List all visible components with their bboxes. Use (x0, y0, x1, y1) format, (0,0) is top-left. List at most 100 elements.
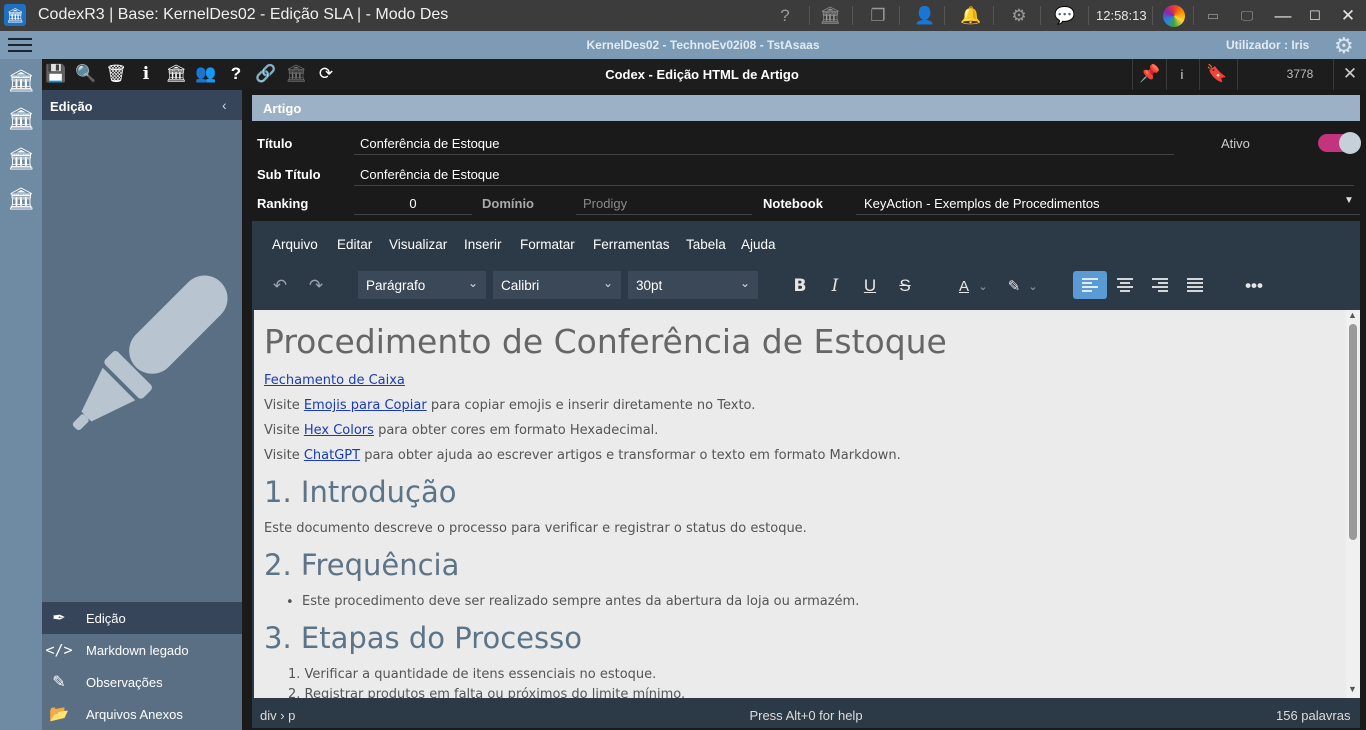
menu-editar[interactable]: Editar (337, 237, 372, 252)
nav-item-observacoes[interactable]: ✎ Observações (42, 666, 242, 698)
bank-list-icon[interactable]: 🏛 (4, 143, 38, 175)
underline-icon[interactable]: U (856, 273, 884, 299)
bold-icon[interactable]: B (786, 273, 814, 299)
chevron-down-icon: ⌄ (602, 276, 613, 290)
dominio-label: Domínio (482, 196, 534, 211)
chevron-down-icon[interactable]: ⌄ (976, 273, 990, 299)
titulo-field[interactable]: Conferência de Estoque (354, 131, 1174, 155)
link-hex[interactable]: Hex Colors (304, 423, 374, 438)
close-icon[interactable]: ✕ (1333, 0, 1363, 31)
menu-ajuda[interactable]: Ajuda (741, 237, 776, 252)
chevron-down-icon: ⌄ (467, 276, 478, 290)
menu-ferramentas[interactable]: Ferramentas (593, 237, 670, 252)
form-title: Codex - Edição HTML de Artigo (605, 67, 799, 82)
align-center-icon[interactable] (1108, 271, 1142, 299)
ranking-field[interactable]: 0 (354, 191, 472, 215)
bookmark-icon[interactable]: 🔖 (1205, 62, 1229, 86)
menu-arquivo[interactable]: Arquivo (272, 237, 318, 252)
block-format-select[interactable]: Parágrafo ⌄ (358, 271, 486, 299)
info-icon[interactable]: i (134, 62, 158, 86)
chevron-down-icon: ⌄ (739, 276, 750, 290)
chat-icon[interactable]: 💬 (1050, 0, 1080, 31)
pen-illustration-icon (72, 275, 228, 431)
bank-icon[interactable]: 🏛 (4, 65, 38, 97)
subtitulo-label: Sub Título (257, 167, 321, 182)
trash-icon[interactable]: 🗑 (104, 62, 128, 86)
undo-icon[interactable]: ↶ (266, 273, 294, 299)
nav-item-markdown-legado[interactable]: </> Markdown legado (42, 634, 242, 666)
align-right-icon[interactable] (1143, 271, 1177, 299)
word-count[interactable]: 156 palavras (1276, 708, 1350, 723)
settings-gear-icon[interactable]: ⚙ (1334, 33, 1354, 59)
folder-icon: 📂 (49, 706, 69, 723)
user-icon[interactable]: 👤 (910, 0, 940, 31)
restore-icon[interactable]: 🖵 (1232, 0, 1262, 31)
context-label: KernelDes02 - TechnoEv02i08 - TstAsaas (586, 38, 820, 52)
menu-visualizar[interactable]: Visualizar (389, 237, 447, 252)
etapa-list-item: 2. Registrar produtos em falta ou próxim… (288, 687, 686, 698)
link-chatgpt[interactable]: ChatGPT (304, 448, 360, 463)
link-emojis[interactable]: Emojis para Copiar (304, 398, 427, 413)
bank-icon[interactable]: 🏛 (815, 0, 845, 31)
notebook-value: KeyAction - Exemplos de Procedimentos (864, 196, 1100, 211)
collapse-chevron-icon[interactable]: ‹ (222, 97, 227, 113)
link-icon[interactable]: 🔗 (254, 62, 278, 86)
maximize-icon[interactable]: ☐ (1300, 0, 1330, 31)
side-panel-title: Edição (50, 99, 93, 114)
pin-icon[interactable]: 📌 (1138, 62, 1162, 86)
highlight-icon[interactable]: ✎ (1000, 273, 1028, 299)
search-icon[interactable]: 🔍 (74, 62, 98, 86)
titulo-label: Título (257, 136, 293, 151)
title-bar: 🏛 CodexR3 | Base: KernelDes02 - Edição S… (0, 0, 1366, 31)
menu-inserir[interactable]: Inserir (464, 237, 502, 252)
font-family-select[interactable]: Calibri ⌄ (493, 271, 621, 299)
menu-formatar[interactable]: Formatar (520, 237, 575, 252)
ativo-toggle[interactable] (1318, 132, 1361, 154)
document-area[interactable]: Procedimento de Conferência de Estoque F… (254, 310, 1346, 698)
align-justify-icon[interactable] (1178, 271, 1212, 299)
font-size-select[interactable]: 30pt ⌄ (628, 271, 758, 299)
clock: 12:58:13 (1096, 8, 1147, 23)
scrollbar-thumb[interactable] (1349, 324, 1357, 540)
nav-item-edicao[interactable]: ✒ Edição (42, 602, 242, 634)
info-bar: KernelDes02 - TechnoEv02i08 - TstAsaas U… (0, 31, 1366, 59)
app-logo-icon: 🏛 (4, 4, 26, 26)
chevron-down-icon[interactable]: ⌄ (1026, 273, 1040, 299)
users-icon[interactable]: 👥 (194, 62, 218, 86)
more-icon[interactable]: ••• (1240, 273, 1268, 299)
scroll-up-icon[interactable]: ▲ (1348, 310, 1357, 320)
bank-filter-icon[interactable]: 🏛 (4, 183, 38, 215)
minimize-icon[interactable]: ▭ (1198, 0, 1228, 31)
info-button[interactable]: i (1170, 62, 1194, 86)
link-fechamento[interactable]: Fechamento de Caixa (264, 373, 405, 388)
refresh-icon[interactable]: ⟳ (314, 62, 338, 86)
link-fechamento-text[interactable]: Fechamento de Caixa (264, 373, 405, 388)
paragraph-hex: Visite Hex Colors para obter cores em fo… (264, 423, 658, 438)
text-color-icon[interactable]: A (950, 273, 978, 299)
menu-tabela[interactable]: Tabela (686, 237, 726, 252)
align-left-icon[interactable] (1073, 271, 1107, 299)
redo-icon[interactable]: ↷ (302, 273, 330, 299)
scroll-down-icon[interactable]: ▼ (1348, 684, 1357, 694)
subtitulo-field[interactable]: Conferência de Estoque (354, 162, 1354, 186)
ranking-label: Ranking (257, 196, 309, 211)
freq-list-item: Este procedimento deve ser realizado sem… (302, 594, 860, 609)
help-icon[interactable]: ? (770, 0, 800, 31)
section-header: Artigo (252, 95, 1360, 121)
notebook-select[interactable]: KeyAction - Exemplos de Procedimentos ▼ (856, 191, 1360, 215)
notebook-label: Notebook (763, 196, 823, 211)
windows-icon[interactable]: ❐ (863, 0, 893, 31)
save-icon[interactable]: 💾 (44, 62, 68, 86)
window-minimize-icon[interactable]: — (1268, 0, 1298, 31)
close-form-icon[interactable]: ✕ (1338, 62, 1362, 86)
help-icon[interactable]: ? (224, 62, 248, 86)
gear-icon[interactable]: ⚙ (1004, 0, 1034, 31)
bell-icon[interactable]: 🔔 (956, 0, 986, 31)
document-scrollbar[interactable]: ▲ ▼ (1346, 310, 1360, 698)
bank-icon[interactable]: 🏛 (164, 62, 188, 86)
italic-icon[interactable]: I (821, 273, 849, 299)
strikethrough-icon[interactable]: S (891, 273, 919, 299)
nav-item-arquivos-anexos[interactable]: 📂 Arquivos Anexos (42, 698, 242, 730)
main-content: Artigo Título Conferência de Estoque Ati… (242, 90, 1366, 730)
bank-upload-icon[interactable]: 🏛 (4, 103, 38, 135)
